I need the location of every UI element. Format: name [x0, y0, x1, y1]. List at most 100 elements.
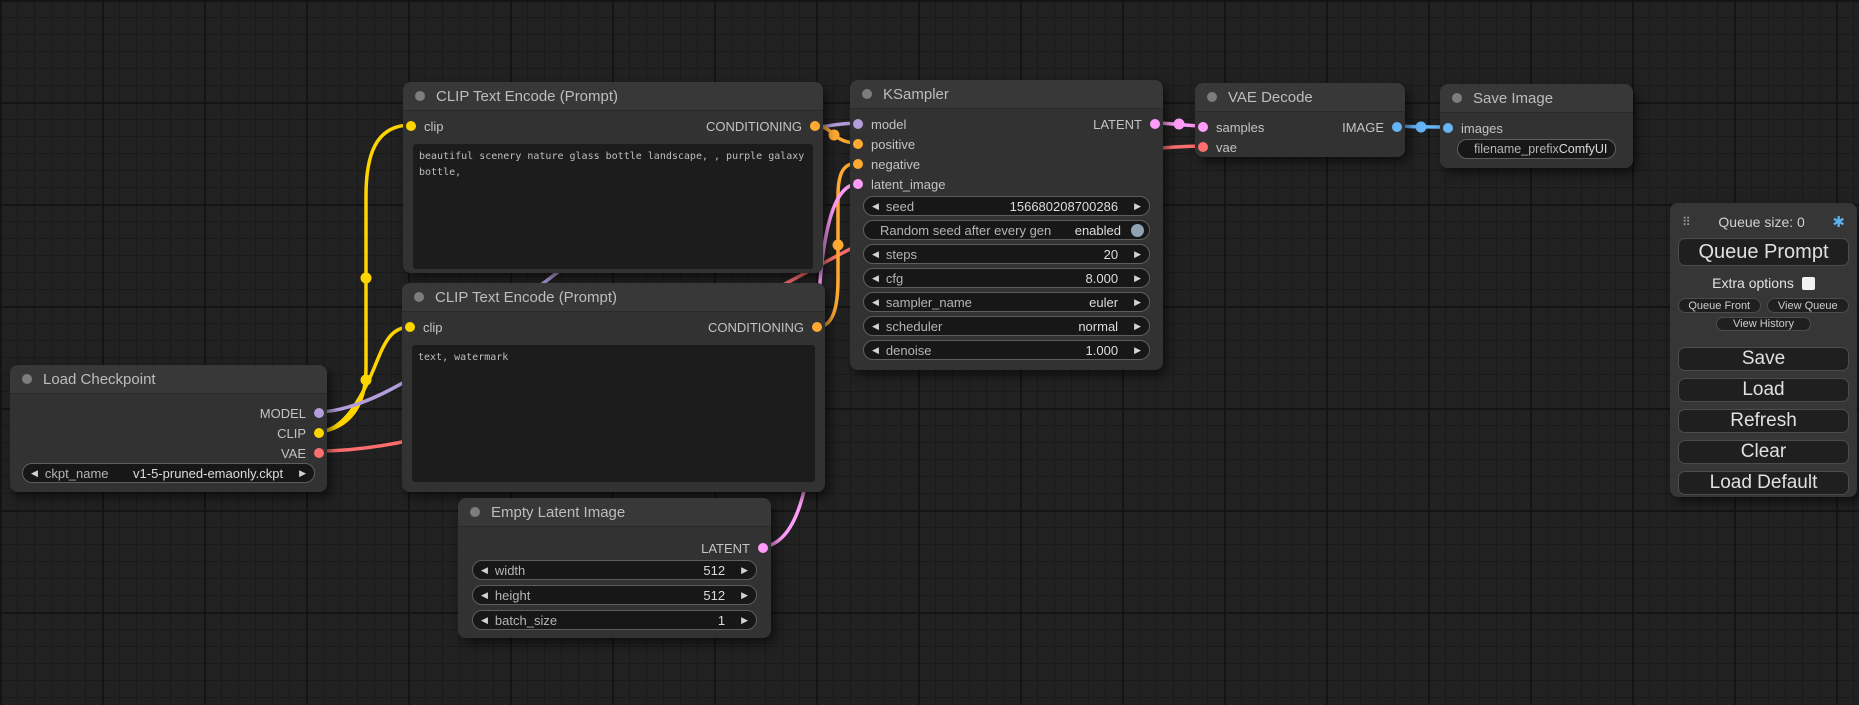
load-default-button[interactable]: Load Default: [1678, 471, 1849, 495]
load-button[interactable]: Load: [1678, 378, 1849, 402]
node-empty-latent-image[interactable]: Empty Latent Image LATENT ◀ width 512 ▶ …: [458, 498, 771, 638]
increment-arrow-icon[interactable]: ▶: [741, 616, 748, 625]
widget-value[interactable]: 20: [1104, 247, 1118, 262]
seed-widget[interactable]: ◀ seed 156680208700286 ▶: [863, 196, 1150, 216]
widget-value[interactable]: ComfyUI: [1559, 142, 1608, 156]
collapse-dot-icon[interactable]: [862, 89, 872, 99]
cfg-widget[interactable]: ◀ cfg 8.000 ▶: [863, 268, 1150, 288]
decrement-arrow-icon[interactable]: ◀: [31, 469, 38, 478]
reroute-dot[interactable]: [1174, 119, 1185, 130]
conditioning-output-port[interactable]: [810, 121, 820, 131]
model-output-port[interactable]: [314, 408, 324, 418]
node-titlebar[interactable]: KSampler: [850, 80, 1163, 108]
collapse-dot-icon[interactable]: [415, 91, 425, 101]
node-titlebar[interactable]: CLIP Text Encode (Prompt): [403, 82, 823, 110]
clip-input-port[interactable]: [406, 121, 416, 131]
view-history-button[interactable]: View History: [1716, 317, 1811, 331]
sampler-name-widget[interactable]: ◀ sampler_name euler ▶: [863, 292, 1150, 312]
increment-arrow-icon[interactable]: ▶: [1134, 298, 1141, 307]
random-seed-widget[interactable]: Random seed after every gen enabled: [863, 220, 1150, 240]
node-save-image[interactable]: Save Image images filename_prefix ComfyU…: [1440, 84, 1633, 168]
reroute-dot[interactable]: [833, 240, 844, 251]
queue-front-button[interactable]: Queue Front: [1678, 298, 1761, 313]
reroute-dot[interactable]: [829, 130, 840, 141]
clip-output-port[interactable]: [314, 428, 324, 438]
scheduler-widget[interactable]: ◀ scheduler normal ▶: [863, 316, 1150, 336]
node-clip-text-encode-positive[interactable]: CLIP Text Encode (Prompt) clip CONDITION…: [403, 82, 823, 273]
collapse-dot-icon[interactable]: [1452, 93, 1462, 103]
node-titlebar[interactable]: Load Checkpoint: [10, 365, 327, 393]
save-button[interactable]: Save: [1678, 347, 1849, 371]
denoise-widget[interactable]: ◀ denoise 1.000 ▶: [863, 340, 1150, 360]
widget-value[interactable]: 512: [703, 588, 725, 603]
node-ksampler[interactable]: KSampler model LATENT positive: [850, 80, 1163, 370]
reroute-dot[interactable]: [361, 273, 372, 284]
batch-size-widget[interactable]: ◀ batch_size 1 ▶: [472, 610, 757, 630]
view-queue-button[interactable]: View Queue: [1767, 298, 1850, 313]
widget-value[interactable]: 156680208700286: [1010, 199, 1118, 214]
latent-image-input-port[interactable]: [853, 179, 863, 189]
decrement-arrow-icon[interactable]: ◀: [481, 616, 488, 625]
collapse-dot-icon[interactable]: [414, 292, 424, 302]
node-load-checkpoint[interactable]: Load Checkpoint MODEL CLIP VAE: [10, 365, 327, 492]
node-titlebar[interactable]: Save Image: [1440, 84, 1633, 112]
widget-value[interactable]: 512: [703, 563, 725, 578]
decrement-arrow-icon[interactable]: ◀: [481, 566, 488, 575]
clip-input-port[interactable]: [405, 322, 415, 332]
conditioning-output-port[interactable]: [812, 322, 822, 332]
prompt-text-area[interactable]: beautiful scenery nature glass bottle la…: [413, 144, 813, 269]
latent-output-port[interactable]: [1150, 119, 1160, 129]
prompt-text-area[interactable]: text, watermark: [412, 345, 815, 482]
increment-arrow-icon[interactable]: ▶: [1134, 202, 1141, 211]
decrement-arrow-icon[interactable]: ◀: [872, 322, 879, 331]
increment-arrow-icon[interactable]: ▶: [299, 469, 306, 478]
widget-value[interactable]: 1.000: [1086, 343, 1119, 358]
collapse-dot-icon[interactable]: [1207, 92, 1217, 102]
extra-options-checkbox[interactable]: [1802, 277, 1815, 290]
decrement-arrow-icon[interactable]: ◀: [872, 274, 879, 283]
positive-input-port[interactable]: [853, 139, 863, 149]
increment-arrow-icon[interactable]: ▶: [1134, 250, 1141, 259]
widget-value[interactable]: v1-5-pruned-emaonly.ckpt: [133, 466, 283, 481]
increment-arrow-icon[interactable]: ▶: [1134, 322, 1141, 331]
ckpt-name-widget[interactable]: ◀ ckpt_name v1-5-pruned-emaonly.ckpt ▶: [22, 463, 315, 483]
vae-output-port[interactable]: [314, 448, 324, 458]
increment-arrow-icon[interactable]: ▶: [1134, 274, 1141, 283]
latent-output-port[interactable]: [758, 543, 768, 553]
settings-gear-icon[interactable]: ✱: [1832, 213, 1845, 231]
node-titlebar[interactable]: VAE Decode: [1195, 83, 1405, 111]
widget-value[interactable]: 8.000: [1086, 271, 1119, 286]
node-vae-decode[interactable]: VAE Decode samples IMAGE vae: [1195, 83, 1405, 157]
drag-handle-icon[interactable]: ⠿: [1682, 215, 1691, 229]
height-widget[interactable]: ◀ height 512 ▶: [472, 585, 757, 605]
collapse-dot-icon[interactable]: [470, 507, 480, 517]
widget-value[interactable]: euler: [1089, 295, 1118, 310]
samples-input-port[interactable]: [1198, 122, 1208, 132]
reroute-dot[interactable]: [361, 375, 372, 386]
images-input-port[interactable]: [1443, 123, 1453, 133]
reroute-dot[interactable]: [1416, 122, 1427, 133]
node-clip-text-encode-negative[interactable]: CLIP Text Encode (Prompt) clip CONDITION…: [402, 283, 825, 492]
widget-value[interactable]: normal: [1078, 319, 1118, 334]
model-input-port[interactable]: [853, 119, 863, 129]
steps-widget[interactable]: ◀ steps 20 ▶: [863, 244, 1150, 264]
refresh-button[interactable]: Refresh: [1678, 409, 1849, 433]
filename-prefix-widget[interactable]: filename_prefix ComfyUI: [1457, 139, 1616, 159]
node-titlebar[interactable]: CLIP Text Encode (Prompt): [402, 283, 825, 311]
widget-value[interactable]: 1: [718, 613, 725, 628]
decrement-arrow-icon[interactable]: ◀: [872, 250, 879, 259]
increment-arrow-icon[interactable]: ▶: [741, 591, 748, 600]
node-titlebar[interactable]: Empty Latent Image: [458, 498, 771, 526]
decrement-arrow-icon[interactable]: ◀: [872, 202, 879, 211]
increment-arrow-icon[interactable]: ▶: [741, 566, 748, 575]
toggle-knob-icon[interactable]: [1131, 224, 1144, 237]
node-graph-canvas[interactable]: Load Checkpoint MODEL CLIP VAE: [0, 0, 1859, 705]
width-widget[interactable]: ◀ width 512 ▶: [472, 560, 757, 580]
clear-button[interactable]: Clear: [1678, 440, 1849, 464]
negative-input-port[interactable]: [853, 159, 863, 169]
vae-input-port[interactable]: [1198, 142, 1208, 152]
queue-prompt-button[interactable]: Queue Prompt: [1678, 238, 1849, 266]
widget-value[interactable]: enabled: [1075, 223, 1121, 238]
decrement-arrow-icon[interactable]: ◀: [872, 346, 879, 355]
collapse-dot-icon[interactable]: [22, 374, 32, 384]
